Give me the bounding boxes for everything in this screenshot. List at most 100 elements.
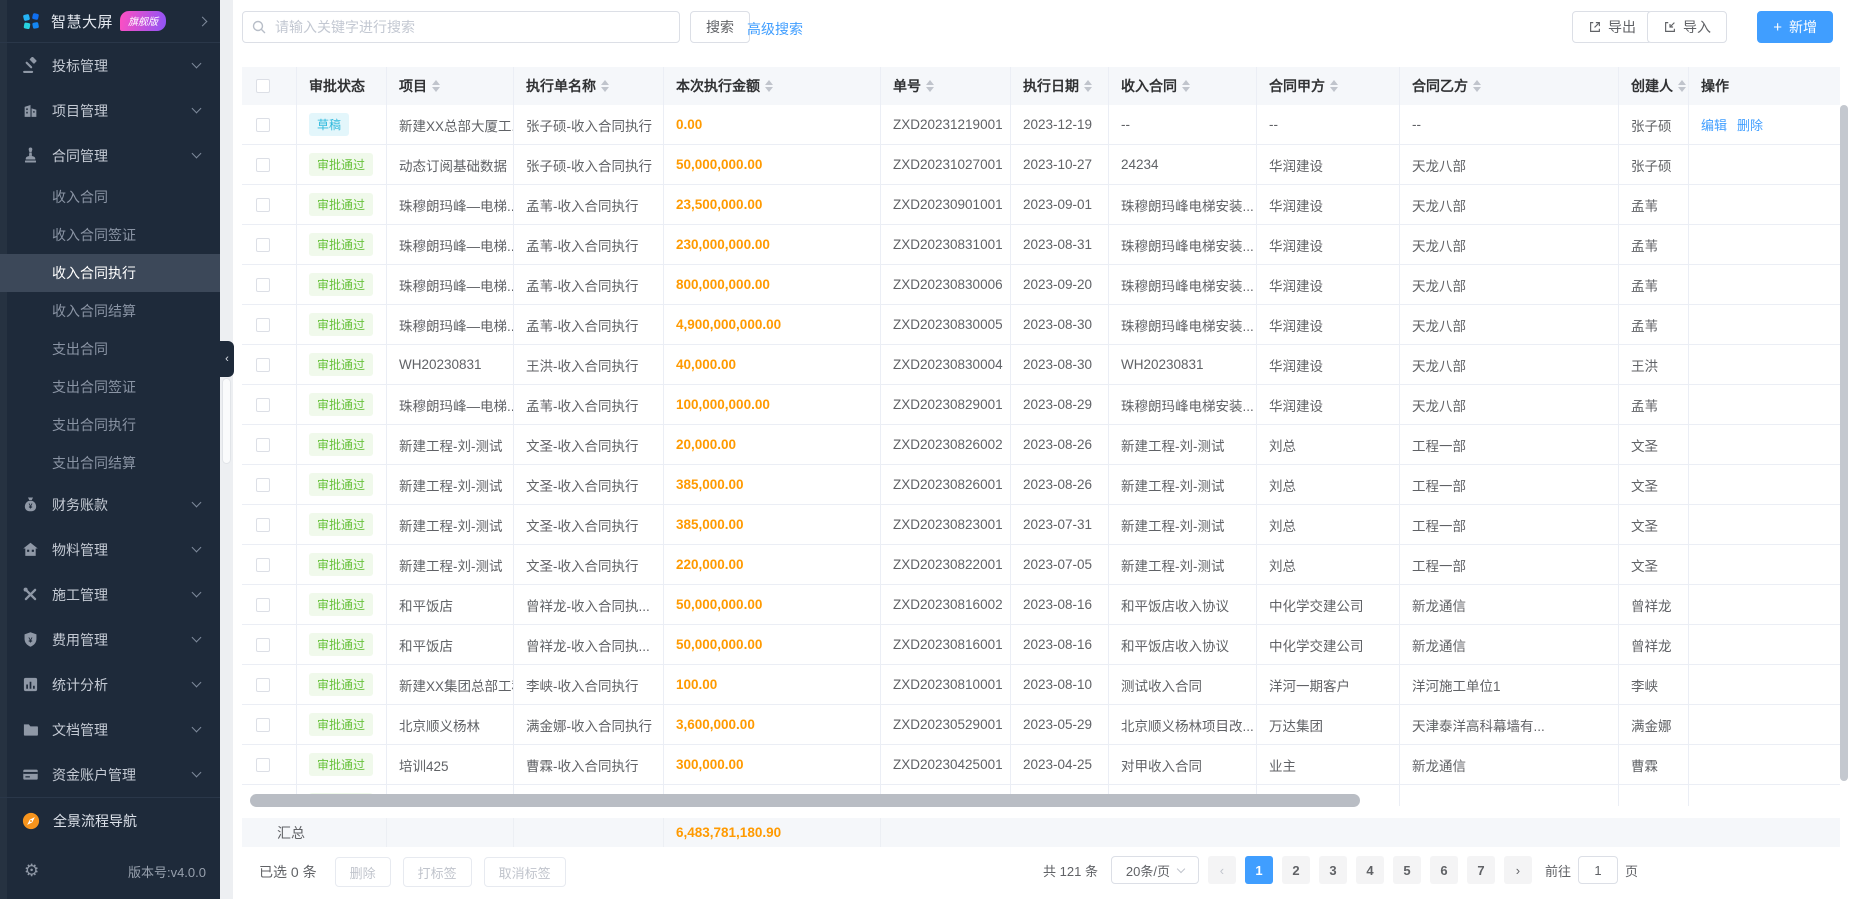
sort-desc-icon[interactable]: [1473, 87, 1481, 92]
sort-icon[interactable]: [1473, 80, 1481, 92]
sort-icon[interactable]: [926, 80, 934, 92]
sidebar-item-expense-contract-visa[interactable]: 支出合同签证: [0, 368, 220, 406]
sidebar-item-process-navigation[interactable]: 全景流程导航: [0, 798, 220, 843]
sort-desc-icon[interactable]: [765, 87, 773, 92]
table-header-party_a[interactable]: 合同甲方: [1257, 67, 1400, 105]
import-button[interactable]: 导入: [1647, 11, 1727, 43]
sidebar-item-document-management[interactable]: 文档管理: [0, 707, 220, 752]
row-checkbox[interactable]: [256, 437, 270, 452]
delete-link[interactable]: 删除: [1737, 115, 1763, 134]
horizontal-scrollbar-thumb[interactable]: [250, 794, 1360, 807]
sort-icon[interactable]: [432, 80, 440, 92]
table-header-creator[interactable]: 创建人: [1619, 67, 1689, 105]
vertical-scrollbar-thumb[interactable]: [1840, 105, 1848, 781]
sort-desc-icon[interactable]: [1330, 87, 1338, 92]
sort-icon[interactable]: [1678, 80, 1686, 92]
sidebar-item-finance-accounts[interactable]: ¥ 财务账款: [0, 482, 220, 527]
table-header-exec_date[interactable]: 执行日期: [1011, 67, 1109, 105]
sort-icon[interactable]: [601, 80, 609, 92]
edit-link[interactable]: 编辑: [1701, 115, 1727, 134]
untag-button[interactable]: 取消标签: [483, 857, 566, 887]
row-checkbox[interactable]: [256, 197, 270, 212]
sidebar-item-income-contract-visa[interactable]: 收入合同签证: [0, 216, 220, 254]
sort-desc-icon[interactable]: [601, 87, 609, 92]
sort-icon[interactable]: [1182, 80, 1190, 92]
tag-button[interactable]: 打标签: [402, 857, 472, 887]
table-header-amount[interactable]: 本次执行金额: [664, 67, 881, 105]
sort-desc-icon[interactable]: [1678, 87, 1686, 92]
sidebar-item-income-contract-execution[interactable]: 收入合同执行: [0, 254, 220, 292]
select-all-checkbox[interactable]: [256, 79, 270, 93]
create-button[interactable]: + 新增: [1757, 11, 1833, 43]
table-header-income_contract[interactable]: 收入合同: [1109, 67, 1257, 105]
row-checkbox[interactable]: [256, 397, 270, 412]
page-size-select[interactable]: 20条/页: [1110, 856, 1199, 884]
sort-asc-icon[interactable]: [926, 80, 934, 85]
export-button[interactable]: 导出: [1572, 11, 1652, 43]
sidebar-item-construction-management[interactable]: 施工管理: [0, 572, 220, 617]
sort-icon[interactable]: [765, 80, 773, 92]
sort-desc-icon[interactable]: [432, 87, 440, 92]
sort-asc-icon[interactable]: [1330, 80, 1338, 85]
search-input[interactable]: [242, 11, 680, 43]
goto-page-input[interactable]: [1577, 856, 1618, 884]
sidebar-item-fund-account-management[interactable]: 资金账户管理: [0, 752, 220, 797]
search-button[interactable]: 搜索: [690, 11, 750, 43]
page-button-3[interactable]: 3: [1318, 856, 1347, 884]
sidebar-item-expense-contract-settlement[interactable]: 支出合同结算: [0, 444, 220, 482]
sidebar-item-statistics-analysis[interactable]: 统计分析: [0, 662, 220, 707]
sidebar-scrollbar-track[interactable]: [220, 0, 233, 899]
sort-asc-icon[interactable]: [765, 80, 773, 85]
row-checkbox[interactable]: [256, 757, 270, 772]
row-checkbox[interactable]: [256, 277, 270, 292]
page-button-5[interactable]: 5: [1392, 856, 1421, 884]
gear-icon[interactable]: ⚙: [24, 861, 39, 881]
row-checkbox[interactable]: [256, 477, 270, 492]
row-checkbox[interactable]: [256, 317, 270, 332]
row-checkbox[interactable]: [256, 237, 270, 252]
row-checkbox[interactable]: [256, 117, 270, 132]
sidebar-collapse-button[interactable]: ‹: [220, 341, 234, 377]
sort-asc-icon[interactable]: [1084, 80, 1092, 85]
row-checkbox[interactable]: [256, 717, 270, 732]
sidebar-item-contract-management[interactable]: 合同管理: [0, 133, 220, 178]
page-button-2[interactable]: 2: [1281, 856, 1310, 884]
sidebar-item-material-management[interactable]: 物料管理: [0, 527, 220, 572]
sidebar-item-income-contract[interactable]: 收入合同: [0, 178, 220, 216]
prev-page-button[interactable]: ‹: [1207, 856, 1236, 884]
sort-desc-icon[interactable]: [926, 87, 934, 92]
sort-asc-icon[interactable]: [1182, 80, 1190, 85]
page-button-6[interactable]: 6: [1429, 856, 1458, 884]
row-checkbox[interactable]: [256, 517, 270, 532]
sort-icon[interactable]: [1330, 80, 1338, 92]
row-checkbox[interactable]: [256, 637, 270, 652]
table-header-project[interactable]: 项目: [387, 67, 514, 105]
sidebar-item-project-management[interactable]: 项目管理: [0, 88, 220, 133]
sidebar-logo-row[interactable]: 智慧大屏 旗舰版: [0, 0, 220, 42]
delete-selected-button[interactable]: 删除: [334, 857, 391, 887]
advanced-search-link[interactable]: 高级搜索: [747, 19, 803, 39]
sort-asc-icon[interactable]: [601, 80, 609, 85]
page-button-4[interactable]: 4: [1355, 856, 1384, 884]
row-checkbox[interactable]: [256, 557, 270, 572]
sidebar-scrollbar-thumb[interactable]: [222, 378, 231, 464]
row-checkbox[interactable]: [256, 357, 270, 372]
sort-asc-icon[interactable]: [1473, 80, 1481, 85]
sort-asc-icon[interactable]: [432, 80, 440, 85]
next-page-button[interactable]: ›: [1503, 856, 1532, 884]
sort-desc-icon[interactable]: [1084, 87, 1092, 92]
page-button-1[interactable]: 1: [1244, 856, 1273, 884]
sort-asc-icon[interactable]: [1678, 80, 1686, 85]
table-header-exec_name[interactable]: 执行单名称: [514, 67, 664, 105]
row-checkbox[interactable]: [256, 597, 270, 612]
sidebar-item-income-contract-settlement[interactable]: 收入合同结算: [0, 292, 220, 330]
sidebar-item-bid-management[interactable]: 投标管理: [0, 43, 220, 88]
sort-icon[interactable]: [1084, 80, 1092, 92]
row-checkbox[interactable]: [256, 157, 270, 172]
table-header-order_no[interactable]: 单号: [881, 67, 1011, 105]
row-checkbox[interactable]: [256, 677, 270, 692]
sidebar-item-expense-contract-execution[interactable]: 支出合同执行: [0, 406, 220, 444]
table-header-party_b[interactable]: 合同乙方: [1400, 67, 1619, 105]
page-button-7[interactable]: 7: [1466, 856, 1495, 884]
sidebar-item-expense-contract[interactable]: 支出合同: [0, 330, 220, 368]
